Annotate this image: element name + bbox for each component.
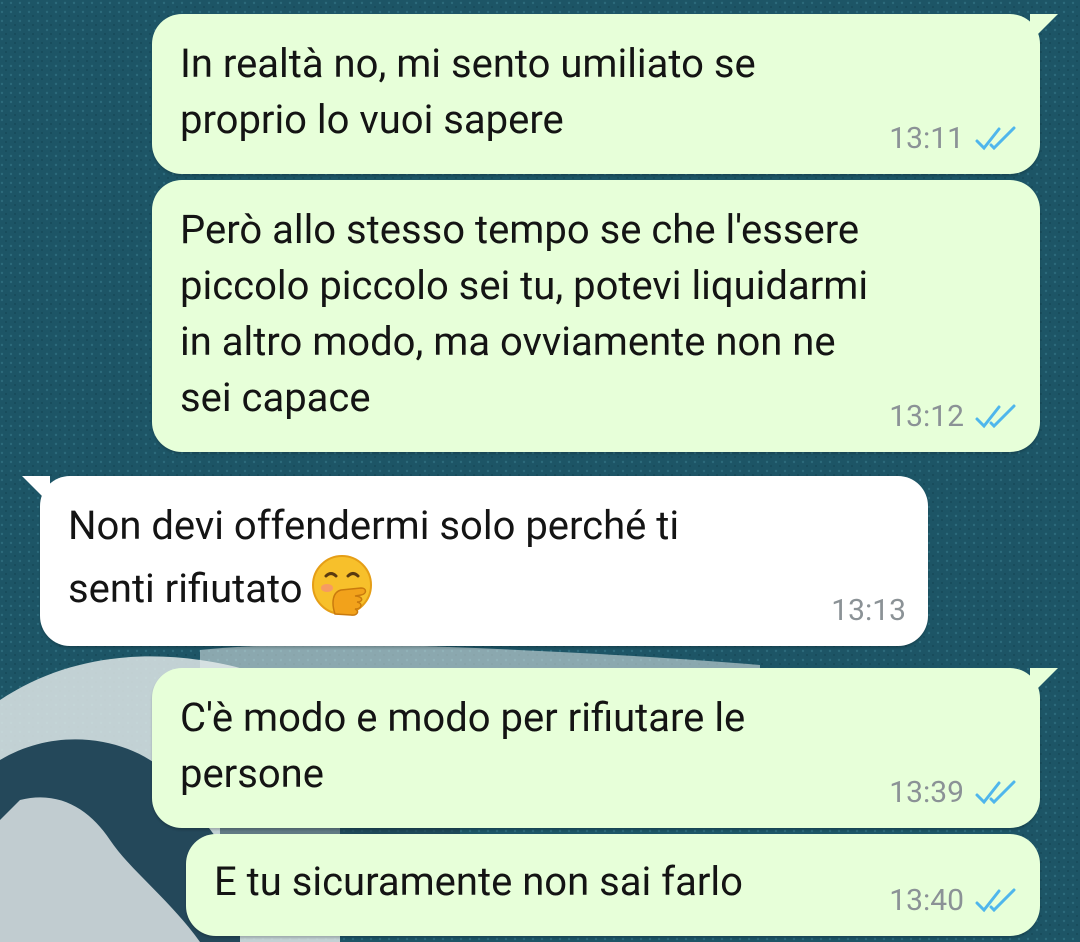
message-time: 13:40: [889, 883, 964, 918]
double-check-icon: [975, 780, 1016, 805]
bubble-tail: [1030, 14, 1058, 42]
message-bubble-incoming[interactable]: Non devi offendermi solo perché ti senti…: [22, 476, 928, 646]
message-time: 13:39: [889, 775, 964, 810]
message-bubble-outgoing[interactable]: E tu sicuramente non sai farlo 13:40: [186, 834, 1040, 936]
message-time: 13:12: [889, 399, 964, 434]
bubble-tail: [22, 476, 50, 504]
message-text: Però allo stesso tempo se che l'essere p…: [180, 206, 869, 421]
message-bubble-outgoing[interactable]: C'è modo e modo per rifiutare le persone…: [152, 668, 1058, 828]
message-text: C'è modo e modo per rifiutare le persone: [180, 694, 746, 797]
message-meta: 13:40: [889, 886, 1018, 916]
message-text-content: Non devi offendermi solo perché ti senti…: [68, 502, 680, 612]
face-with-hand-over-mouth-icon: [311, 555, 372, 616]
double-check-icon: [975, 404, 1016, 429]
double-check-icon: [975, 126, 1016, 151]
message-meta: 13:12: [889, 402, 1018, 432]
bubble-tail: [1030, 668, 1058, 696]
message-text: In realtà no, mi sento umiliato se propr…: [180, 40, 756, 143]
message-text: Non devi offendermi solo perché ti senti…: [68, 498, 679, 617]
message-text: E tu sicuramente non sai farlo: [214, 858, 743, 905]
message-bubble-outgoing[interactable]: In realtà no, mi sento umiliato se propr…: [152, 14, 1058, 174]
message-meta: 13:13: [831, 596, 906, 626]
message-time: 13:11: [889, 121, 964, 156]
double-check-icon: [975, 888, 1016, 913]
message-meta: 13:11: [889, 124, 1018, 154]
message-time: 13:13: [831, 593, 906, 628]
message-meta: 13:39: [889, 778, 1018, 808]
message-bubble-outgoing[interactable]: Però allo stesso tempo se che l'essere p…: [152, 180, 1040, 452]
